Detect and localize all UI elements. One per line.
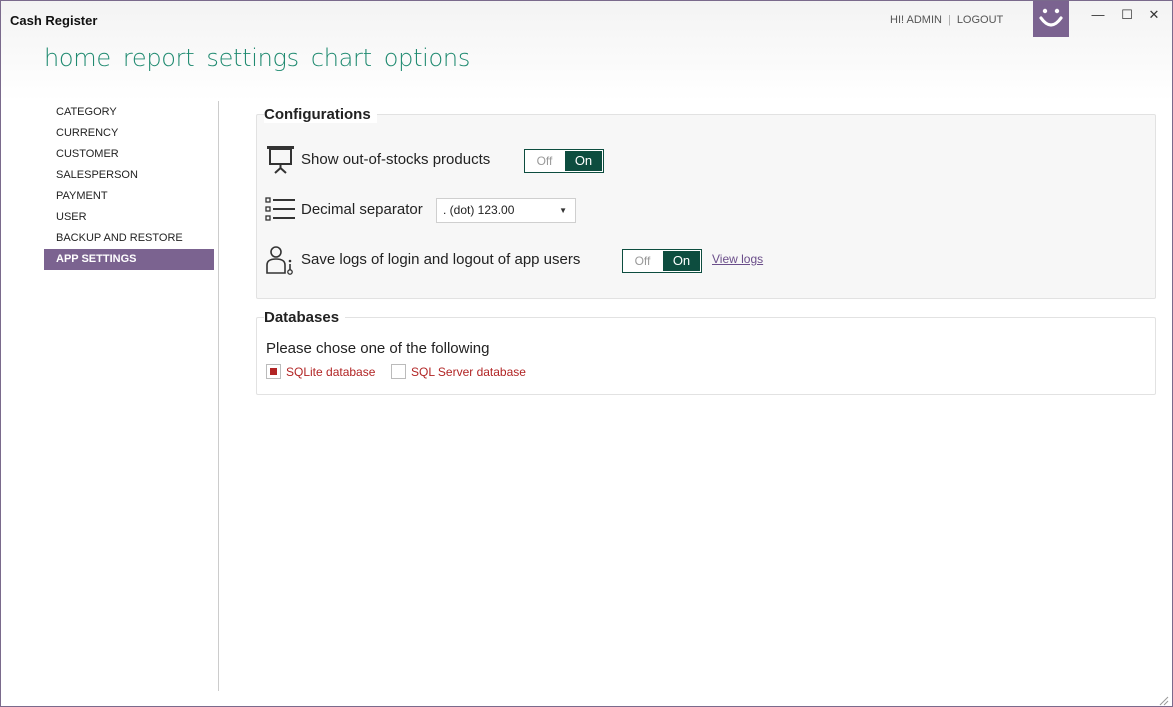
app-window: Cash Register HI! ADMIN | LOGOUT — ☐ ✕ h… xyxy=(0,0,1173,707)
sidebar-item-category[interactable]: CATEGORY xyxy=(44,102,214,123)
sidebar-item-user[interactable]: USER xyxy=(44,207,214,228)
nav-report[interactable]: report xyxy=(123,44,195,72)
separator: | xyxy=(947,14,951,26)
dropdown-arrow-icon: ▼ xyxy=(559,206,567,215)
user-area: HI! ADMIN | LOGOUT xyxy=(890,14,1003,26)
list-icon xyxy=(265,195,295,225)
nav-settings[interactable]: settings xyxy=(206,44,299,72)
out-of-stock-toggle[interactable]: Off On xyxy=(524,149,604,173)
configurations-title: Configurations xyxy=(264,106,377,123)
nav-options[interactable]: options xyxy=(384,44,471,72)
save-logs-toggle[interactable]: Off On xyxy=(622,249,702,273)
decimal-separator-label: Decimal separator xyxy=(301,201,423,218)
minimize-button[interactable]: — xyxy=(1088,7,1108,22)
sqlite-option[interactable]: SQLite database xyxy=(266,364,375,379)
close-button[interactable]: ✕ xyxy=(1144,7,1164,23)
toggle-off-label: Off xyxy=(536,154,553,168)
out-of-stock-label: Show out-of-stocks products xyxy=(301,151,491,168)
sqlite-label: SQLite database xyxy=(286,364,376,379)
presentation-board-icon xyxy=(266,144,296,174)
databases-title: Databases xyxy=(264,309,346,326)
sidebar-item-currency[interactable]: CURRENCY xyxy=(44,123,214,144)
toggle-on-label: On xyxy=(662,251,700,271)
sidebar-divider xyxy=(218,101,219,691)
toggle-off-label: Off xyxy=(634,254,651,268)
main-nav: home report settings chart options xyxy=(44,44,470,72)
user-info-icon xyxy=(265,244,295,275)
sidebar-item-customer[interactable]: CUSTOMER xyxy=(44,144,214,165)
nav-chart[interactable]: chart xyxy=(311,44,372,72)
sidebar-item-backup-restore[interactable]: BACKUP AND RESTORE xyxy=(44,228,214,249)
sidebar-item-salesperson[interactable]: SALESPERSON xyxy=(44,165,214,186)
sidebar: CATEGORY CURRENCY CUSTOMER SALESPERSON P… xyxy=(44,102,214,270)
app-title: Cash Register xyxy=(10,13,98,28)
decimal-separator-select[interactable]: . (dot) 123.00 ▼ xyxy=(436,198,576,223)
sidebar-item-app-settings[interactable]: APP SETTINGS xyxy=(44,249,214,270)
sql-server-label: SQL Server database xyxy=(411,364,526,379)
sidebar-item-payment[interactable]: PAYMENT xyxy=(44,186,214,207)
toggle-on-label: On xyxy=(564,151,602,171)
smiley-avatar-icon[interactable] xyxy=(1033,1,1069,37)
resize-grip-icon[interactable] xyxy=(1159,693,1169,706)
save-logs-label: Save logs of login and logout of app use… xyxy=(301,251,581,268)
sql-server-option[interactable]: SQL Server database xyxy=(391,364,526,379)
maximize-button[interactable]: ☐ xyxy=(1117,7,1137,23)
nav-home[interactable]: home xyxy=(44,44,111,72)
decimal-separator-value: . (dot) 123.00 xyxy=(443,203,515,217)
database-prompt: Please chose one of the following xyxy=(266,340,490,357)
sqlite-checkbox[interactable] xyxy=(266,364,281,379)
sql-server-checkbox[interactable] xyxy=(391,364,406,379)
greeting: HI! ADMIN xyxy=(890,14,942,26)
logout-link[interactable]: LOGOUT xyxy=(957,14,1003,26)
view-logs-link[interactable]: View logs xyxy=(712,252,763,266)
